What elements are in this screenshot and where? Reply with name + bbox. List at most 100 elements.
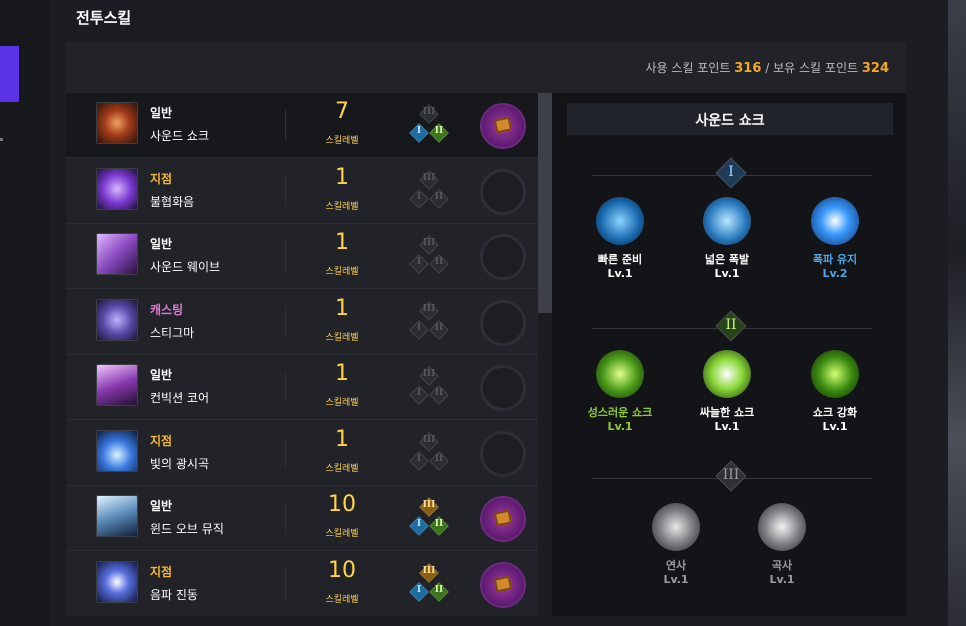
sonic-vibration-icon xyxy=(96,560,138,603)
skill-row[interactable]: 일반 컨빅션 코어 1 스킬레벨 III I II xyxy=(66,355,538,420)
skill-type: 일반 xyxy=(150,368,173,382)
tripod-option[interactable]: 곡사 Lv.1 xyxy=(742,503,822,586)
skill-type: 캐스팅 xyxy=(150,302,184,317)
skill-row[interactable]: 지점 빛의 광시곡 1 스킬레벨 III I II xyxy=(66,421,538,486)
tripod-tier-numeral: II xyxy=(434,519,444,529)
tripod-option[interactable]: 빠른 준비 Lv.1 xyxy=(580,197,660,280)
row-divider xyxy=(285,110,286,140)
tier-1-badge: I xyxy=(715,157,747,189)
tripod-name: 폭파 유지 xyxy=(812,253,858,266)
row-divider xyxy=(285,437,286,468)
tripod-tier-numeral: I xyxy=(416,322,422,333)
skill-level-label: 스킬레벨 xyxy=(325,594,359,605)
tripod-tier-2-indicator: II xyxy=(429,188,449,209)
tier-divider xyxy=(592,175,722,176)
tripod-level: Lv.1 xyxy=(714,420,740,433)
sound-shock-icon xyxy=(96,102,138,144)
sidebar-active-tab[interactable] xyxy=(0,46,19,102)
tier-2-badge: II xyxy=(715,310,747,342)
skill-level[interactable]: 1 xyxy=(306,296,378,321)
background-art xyxy=(948,0,966,626)
gem-slot-filled[interactable] xyxy=(480,103,526,149)
tripod-name: 곡사 xyxy=(771,559,793,572)
tripod-option[interactable]: 쇼크 강화 Lv.1 xyxy=(795,350,875,433)
tripod-name: 넓은 폭발 xyxy=(704,253,750,266)
tripod-detail-panel: 사운드 쇼크 I II III 빠른 준비 Lv.1 넓은 폭발 Lv.1 폭파 유지 L… xyxy=(552,93,907,616)
skill-level-label: 스킬레벨 xyxy=(325,529,359,539)
scrollbar-thumb[interactable] xyxy=(538,93,552,313)
dissonance-icon xyxy=(96,167,138,210)
skill-level[interactable]: 1 xyxy=(306,165,378,190)
staff-sparkle-icon xyxy=(811,350,859,398)
tripod-level: Lv.1 xyxy=(607,267,633,280)
tripod-tier-3-indicator: III xyxy=(419,300,439,321)
skill-type: 지점 xyxy=(150,433,173,448)
tripod-tier-1-indicator: I xyxy=(409,581,429,602)
skill-type: 일반 xyxy=(150,499,173,513)
rhapsody-of-light-icon xyxy=(96,429,138,472)
skill-level[interactable]: 7 xyxy=(306,99,378,124)
tripod-option[interactable]: 성스러운 쇼크 Lv.1 xyxy=(580,350,660,433)
tripod-tier-2-indicator: II xyxy=(429,385,449,405)
skill-row[interactable]: 일반 사운드 웨이브 1 스킬레벨 III I II xyxy=(66,224,538,289)
gem-slot-empty[interactable] xyxy=(480,430,526,477)
burst-icon xyxy=(811,197,859,245)
tier-divider xyxy=(592,328,722,329)
row-divider xyxy=(285,568,286,599)
skill-name: 음파 진동 xyxy=(150,587,198,602)
skill-name: 불협화음 xyxy=(150,194,195,209)
tripod-tier-3-indicator: III xyxy=(419,562,439,583)
skill-row[interactable]: 지점 음파 진동 10 스킬레벨 III I II xyxy=(66,552,538,616)
skill-level-label: 스킬레벨 xyxy=(325,463,359,474)
skill-row[interactable]: 일반 윈드 오브 뮤직 10 스킬레벨 III I II xyxy=(66,486,538,551)
tripod-tier-3-indicator: III xyxy=(419,431,439,452)
skill-level[interactable]: 1 xyxy=(306,361,378,386)
tripod-level: Lv.1 xyxy=(607,420,633,433)
tripod-tier-numeral: I xyxy=(416,126,422,136)
gem-slot-filled[interactable] xyxy=(480,496,526,542)
skill-level[interactable]: 10 xyxy=(306,558,378,583)
skill-name: 사운드 웨이브 xyxy=(150,260,221,274)
tripod-tier-3-indicator: III xyxy=(419,235,439,255)
skill-level[interactable]: 10 xyxy=(306,492,378,517)
tripod-tier-1-indicator: I xyxy=(409,254,429,274)
tripod-tier-numeral: III xyxy=(422,565,436,576)
gem-slot-empty[interactable] xyxy=(480,168,526,215)
snowflake-icon xyxy=(703,350,751,398)
skill-level-label: 스킬레벨 xyxy=(325,398,359,408)
tripod-option[interactable]: 넓은 폭발 Lv.1 xyxy=(687,197,767,280)
skill-level[interactable]: 1 xyxy=(306,230,378,255)
tripod-tier-2-indicator: II xyxy=(429,581,449,602)
gem-slot-filled[interactable] xyxy=(480,561,526,608)
tier-divider xyxy=(592,478,722,479)
tripod-tier-2-indicator: II xyxy=(429,123,449,143)
gem-slot-empty[interactable] xyxy=(480,234,526,280)
skill-type: 일반 xyxy=(150,237,173,251)
gem-slot-empty[interactable] xyxy=(480,299,526,346)
tier-divider xyxy=(742,328,872,329)
tripod-tier-1-indicator: I xyxy=(409,319,429,340)
row-divider xyxy=(285,503,286,533)
gem-slot-empty[interactable] xyxy=(480,365,526,411)
tripod-tier-numeral: II xyxy=(434,126,444,136)
skill-name: 스티그마 xyxy=(150,325,195,340)
tripod-option[interactable]: 연사 Lv.1 xyxy=(636,503,716,586)
tripod-tier-numeral: III xyxy=(422,238,436,248)
tripod-tier-numeral: II xyxy=(434,257,444,267)
skill-row[interactable]: 일반 사운드 쇼크 7 스킬레벨 III I II xyxy=(66,93,538,158)
owned-points-label: 보유 스킬 포인트 xyxy=(773,61,859,75)
tripod-tier-1-indicator: I xyxy=(409,123,429,143)
page-title: 전투스킬 xyxy=(76,9,132,27)
skill-level[interactable]: 1 xyxy=(306,427,378,452)
tripod-tier-numeral: II xyxy=(434,322,444,333)
tripod-tier-2-indicator: II xyxy=(429,450,449,471)
skill-row[interactable]: 지점 불협화음 1 스킬레벨 III I II xyxy=(66,159,538,224)
tier-divider xyxy=(742,175,872,176)
skill-row[interactable]: 캐스팅 스티그마 1 스킬레벨 III I II xyxy=(66,290,538,355)
tripod-name: 빠른 준비 xyxy=(597,253,643,266)
tripod-option[interactable]: 싸늘한 쇼크 Lv.1 xyxy=(687,350,767,433)
tripod-option[interactable]: 폭파 유지 Lv.2 xyxy=(795,197,875,280)
skill-name: 윈드 오브 뮤직 xyxy=(150,522,224,536)
tier-1-numeral: I xyxy=(728,164,734,180)
tripod-level: Lv.1 xyxy=(822,420,848,433)
